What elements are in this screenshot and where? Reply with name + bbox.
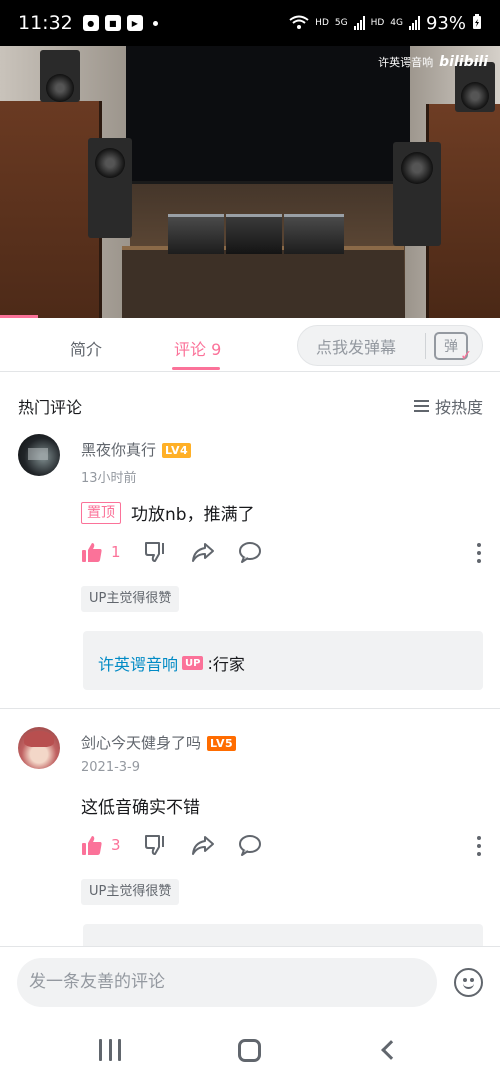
comment-bubble-icon	[238, 834, 262, 856]
status-time: 11:32	[18, 12, 73, 34]
tab-intro[interactable]: 简介	[70, 336, 102, 360]
comment-divider	[0, 708, 500, 709]
danmaku-button-label: 弹	[444, 338, 458, 355]
username-text: 剑心今天健身了吗	[81, 734, 202, 752]
signal-bars-icon	[353, 16, 365, 30]
network-hd-label-2: HD	[370, 18, 385, 28]
danmaku-toggle-icon[interactable]: 弹 ✓	[434, 331, 472, 364]
network-hd-label: HD	[315, 18, 329, 28]
up-liked-tag: UP主觉得很赞	[81, 879, 180, 905]
reply-preview[interactable]: 许英谔音响 UP : 行家	[83, 631, 483, 690]
tab-comments[interactable]: 评论 9	[174, 336, 221, 360]
signal-bars-icon-2	[408, 16, 420, 30]
dislike-button[interactable]	[144, 541, 166, 563]
up-liked-tag: UP主觉得很赞	[81, 586, 180, 612]
reply-author[interactable]: 许英谔音响	[98, 651, 178, 675]
battery-percent: 93%	[425, 12, 466, 34]
video-scene-amplifier	[226, 214, 282, 254]
comment-time: 2021-3-9	[81, 760, 141, 775]
shopping-bag-icon: ■	[104, 15, 121, 31]
level-badge: LV5	[207, 736, 237, 751]
video-scene-cabinet-left	[0, 101, 102, 318]
network-4g-label: 4G	[390, 18, 403, 28]
thumbs-down-icon	[144, 834, 166, 856]
watermark-author: 许英谔音响	[378, 56, 434, 69]
comment-composer-bar: 发一条友善的评论	[0, 946, 500, 1022]
bilibili-logo: bilibili	[439, 54, 488, 70]
username-text: 黑夜你真行	[81, 441, 157, 459]
video-scene-tv	[126, 46, 410, 184]
danmaku-input[interactable]: 点我发弹幕 弹 ✓	[297, 325, 483, 366]
home-icon[interactable]	[238, 1039, 261, 1062]
danmaku-placeholder: 点我发弹幕	[316, 337, 397, 357]
comment-text: 置顶 功放nb，推满了	[81, 500, 255, 525]
comment-username[interactable]: 黑夜你真行 LV4	[81, 439, 192, 460]
video-scene-speaker	[88, 138, 132, 238]
share-button[interactable]	[191, 834, 215, 856]
thumbs-up-icon	[81, 541, 103, 563]
pinned-badge: 置顶	[81, 501, 121, 524]
sort-button[interactable]: 按热度	[413, 394, 483, 418]
wifi-icon	[289, 15, 309, 32]
video-player[interactable]: 许英谔音响 bilibili	[0, 46, 500, 318]
sort-list-icon	[413, 400, 429, 412]
reply-button[interactable]	[238, 834, 262, 856]
emoji-icon[interactable]	[454, 968, 483, 997]
reply-line: 许英谔音响 UP : 行家	[98, 651, 245, 675]
comment-bubble-icon	[238, 541, 262, 563]
reply-button[interactable]	[238, 541, 262, 563]
video-scene-amplifier	[284, 214, 344, 254]
video-scene-speaker	[393, 142, 441, 246]
avatar[interactable]	[18, 727, 60, 769]
like-count: 3	[111, 836, 121, 854]
more-options-icon[interactable]	[477, 836, 481, 856]
back-icon[interactable]	[381, 1040, 401, 1060]
more-options-icon[interactable]	[477, 543, 481, 563]
dislike-button[interactable]	[144, 834, 166, 856]
share-button[interactable]	[191, 541, 215, 563]
status-right-icons: HD 5G HD 4G 93%	[289, 13, 482, 34]
media-icon: ▶	[126, 15, 143, 31]
share-icon	[191, 541, 215, 563]
network-5g-label: 5G	[334, 18, 348, 28]
check-icon: ✓	[460, 347, 472, 364]
video-scene-amplifier	[168, 214, 224, 254]
recent-apps-icon[interactable]	[99, 1039, 121, 1061]
level-badge: LV4	[162, 443, 192, 458]
comment-input-placeholder: 发一条友善的评论	[29, 972, 165, 992]
comment-username[interactable]: 剑心今天健身了吗 LV5	[81, 732, 237, 753]
status-bar: 11:32 ● ■ ▶ HD 5G HD 4G 93%	[0, 0, 500, 46]
sort-label: 按热度	[434, 398, 483, 417]
reply-text: 行家	[212, 655, 245, 674]
comment-actions: 3	[81, 834, 481, 858]
comment-body: 这低音确实不错	[81, 798, 200, 818]
comment-actions: 1	[81, 541, 481, 565]
battery-icon	[472, 13, 482, 33]
up-badge: UP	[182, 656, 204, 670]
comment-body: 功放nb，推满了	[131, 505, 255, 525]
video-scene-rack	[122, 246, 404, 318]
thumbs-down-icon	[144, 541, 166, 563]
like-button[interactable]: 1	[81, 541, 121, 563]
like-button[interactable]: 3	[81, 834, 121, 856]
jdm-icon: ●	[82, 15, 99, 31]
comment-time: 13小时前	[81, 471, 137, 486]
share-icon	[191, 834, 215, 856]
status-notification-icons: ● ■ ▶	[82, 15, 158, 31]
notification-dot-icon	[152, 20, 158, 26]
like-count: 1	[111, 543, 121, 561]
system-nav-bar	[0, 1022, 500, 1083]
comment-input[interactable]: 发一条友善的评论	[17, 958, 437, 1007]
comment-text: 这低音确实不错	[81, 793, 200, 818]
video-scene-speaker	[40, 50, 80, 102]
thumbs-up-icon	[81, 834, 103, 856]
video-watermark: 许英谔音响 bilibili	[378, 54, 488, 70]
danmaku-divider	[425, 332, 426, 359]
hot-comments-title: 热门评论	[18, 398, 83, 417]
reply-preview[interactable]	[83, 924, 483, 946]
avatar[interactable]	[18, 434, 60, 476]
tab-active-indicator	[172, 367, 220, 370]
